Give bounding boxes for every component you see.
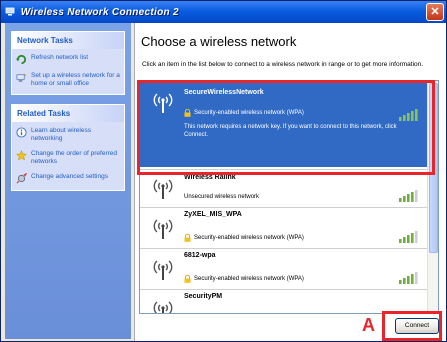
- network-security-text: Security-enabled wireless network (WPA): [194, 276, 304, 282]
- change-order-link[interactable]: Change the order of preferred networks: [16, 150, 120, 166]
- title-bar[interactable]: Wireless Network Connection 2 ✕: [1, 1, 446, 23]
- setup-wireless-network-label: Set up a wireless network for a home or …: [31, 72, 120, 87]
- related-tasks-header[interactable]: Related Tasks: [12, 105, 124, 122]
- network-item-zyxel-mis-wpa[interactable]: ZyXEL_MIS_WPA Security-enabled wireless …: [140, 209, 428, 247]
- star-icon: [16, 150, 27, 161]
- network-name: 6812-wpa: [184, 252, 216, 259]
- connect-button[interactable]: Connect: [395, 318, 439, 334]
- callout-label: A: [362, 315, 375, 335]
- network-icon: [5, 7, 15, 16]
- network-tasks-panel: Network Tasks Refresh network list Set u…: [11, 31, 125, 95]
- window-title: Wireless Network Connection 2: [20, 7, 179, 18]
- page-title: Choose a wireless network: [141, 34, 297, 49]
- network-security-row: Unsecured wireless network: [184, 194, 259, 200]
- network-item-wireless-ralink[interactable]: Wireless Ralink Unsecured wireless netwo…: [140, 172, 428, 206]
- refresh-icon: [16, 54, 27, 65]
- signal-strength-icon: [399, 190, 418, 202]
- network-tasks-header[interactable]: Network Tasks: [12, 32, 124, 49]
- selected-network-highlight: [137, 80, 435, 175]
- list-divider: [140, 207, 428, 208]
- wireless-antenna-icon: [153, 219, 173, 239]
- list-divider: [140, 289, 428, 290]
- learn-wireless-label: Learn about wireless networking: [31, 127, 91, 142]
- wireless-antenna-icon: [153, 260, 173, 280]
- main-content: Choose a wireless network Click an item …: [134, 23, 446, 341]
- signal-strength-icon: [399, 272, 418, 284]
- learn-wireless-link[interactable]: Learn about wireless networking: [16, 127, 120, 143]
- settings-icon: [16, 173, 27, 184]
- network-security-text: Unsecured wireless network: [184, 194, 260, 200]
- change-advanced-settings-label: Change advanced settings: [31, 173, 108, 180]
- wireless-antenna-icon: [153, 301, 173, 313]
- close-button[interactable]: ✕: [426, 3, 444, 21]
- network-name: Wireless Ralink: [184, 174, 236, 181]
- network-security-row: Security-enabled wireless network (WPA): [184, 234, 304, 242]
- refresh-network-list-link[interactable]: Refresh network list: [16, 54, 120, 65]
- lock-icon: [184, 234, 191, 242]
- network-name: SecurityPM: [184, 293, 223, 300]
- wireless-connection-window: Wireless Network Connection 2 ✕ Network …: [0, 0, 447, 342]
- network-security-text: Security-enabled wireless network (WPA): [194, 235, 304, 241]
- change-advanced-settings-link[interactable]: Change advanced settings: [16, 173, 120, 184]
- sidebar: Network Tasks Refresh network list Set u…: [5, 23, 131, 339]
- network-security-row: Security-enabled wireless network (WPA): [184, 275, 304, 283]
- list-divider: [140, 248, 428, 249]
- network-item-6812-wpa[interactable]: 6812-wpa Security-enabled wireless netwo…: [140, 250, 428, 288]
- related-tasks-panel: Related Tasks Learn about wireless netwo…: [11, 104, 125, 191]
- signal-strength-icon: [399, 231, 418, 243]
- instructions-text: Click an item in the list below to conne…: [142, 61, 424, 68]
- setup-network-icon: [16, 73, 27, 82]
- network-name: ZyXEL_MIS_WPA: [184, 211, 242, 218]
- setup-wireless-network-link[interactable]: Set up a wireless network for a home or …: [16, 72, 120, 88]
- change-order-label: Change the order of preferred networks: [31, 150, 117, 165]
- info-icon: [16, 127, 27, 138]
- refresh-network-list-label: Refresh network list: [31, 54, 89, 61]
- lock-icon: [184, 275, 191, 283]
- wireless-antenna-icon: [153, 179, 173, 199]
